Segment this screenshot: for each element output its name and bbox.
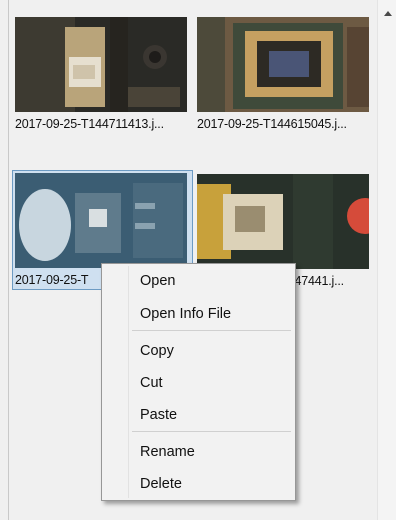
context-menu: Open Open Info File Copy Cut Paste Renam… <box>101 263 296 501</box>
menu-item-rename[interactable]: Rename <box>140 444 195 460</box>
menu-item-cut[interactable]: Cut <box>140 375 163 391</box>
menu-separator <box>132 330 291 331</box>
menu-item-open-info-file[interactable]: Open Info File <box>140 306 231 322</box>
thumbnail-image[interactable] <box>197 174 369 269</box>
menu-icon-strip <box>128 266 129 498</box>
menu-separator <box>132 431 291 432</box>
thumbnail-item[interactable]: 2017-09-25-T144615045.j... <box>197 17 372 131</box>
scroll-up-arrow-icon[interactable] <box>378 4 396 22</box>
thumbnail-image[interactable] <box>15 17 187 112</box>
menu-item-paste[interactable]: Paste <box>140 407 177 423</box>
thumbnail-filename: 2017-09-25-T144615045.j... <box>197 117 347 131</box>
thumbnail-image[interactable] <box>197 17 369 112</box>
thumbnail-filename: 2017-09-25-T144711413.j... <box>15 117 164 131</box>
menu-item-copy[interactable]: Copy <box>140 343 174 359</box>
menu-item-open[interactable]: Open <box>140 273 175 289</box>
menu-item-delete[interactable]: Delete <box>140 476 182 492</box>
thumbnail-image[interactable] <box>15 173 187 268</box>
thumbnail-item[interactable]: 2017-09-25-T144711413.j... <box>15 17 190 131</box>
pane-border <box>8 0 9 520</box>
vertical-scrollbar[interactable] <box>377 0 396 520</box>
